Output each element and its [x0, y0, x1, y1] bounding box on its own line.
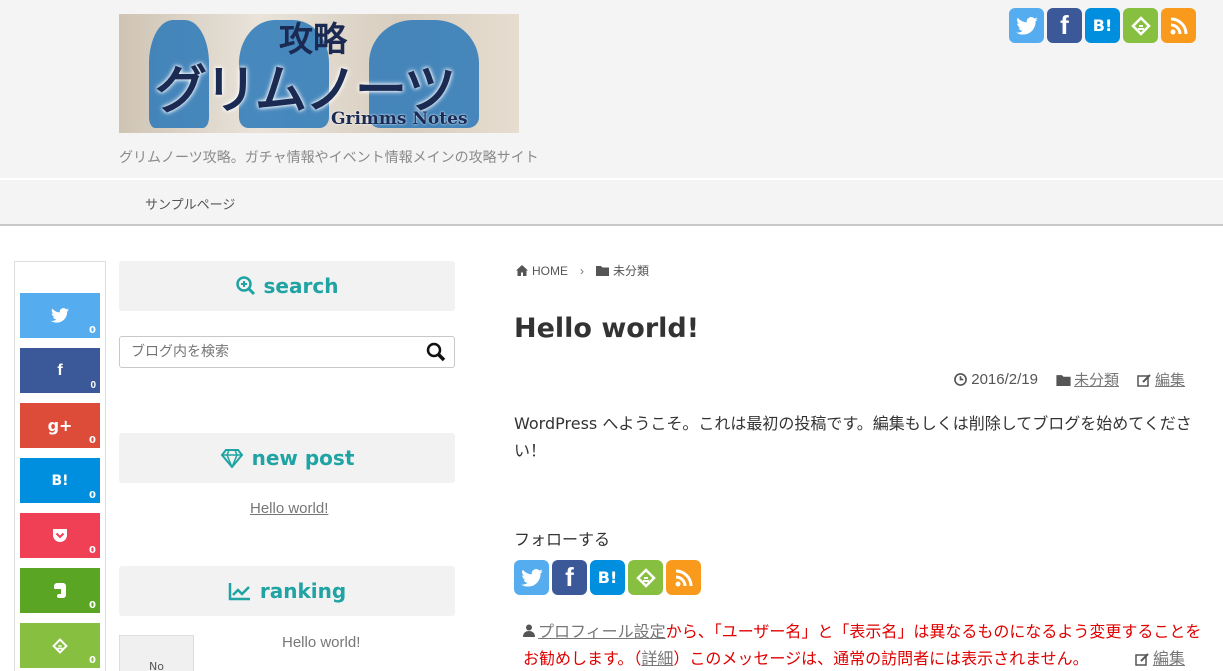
- follow-twitter-icon[interactable]: [514, 560, 549, 595]
- share-count: 0: [89, 545, 96, 556]
- follow-icons: f B!: [514, 560, 701, 595]
- facebook-icon[interactable]: f: [1047, 8, 1082, 43]
- twitter-icon: [51, 308, 69, 323]
- new-post-widget-title: new post: [119, 433, 455, 483]
- breadcrumb-separator: ›: [580, 263, 584, 278]
- notice-edit-link[interactable]: 編集: [1153, 645, 1185, 671]
- search-icon[interactable]: [426, 342, 446, 362]
- share-count: 0: [89, 655, 96, 666]
- site-logo[interactable]: 攻略 グリムノーツ Grimms Notes: [119, 14, 519, 133]
- diamond-icon: [220, 449, 243, 468]
- share-evernote-button[interactable]: 0: [20, 568, 100, 613]
- post-title: Hello world!: [514, 313, 700, 344]
- rss-icon[interactable]: [1161, 8, 1196, 43]
- notice-text-2: ）このメッセージは、通常の訪問者には表示されません。: [673, 649, 1089, 668]
- search-input[interactable]: [120, 337, 410, 367]
- edit-icon: [1137, 373, 1151, 387]
- follow-hatena-icon[interactable]: B!: [590, 560, 625, 595]
- follow-facebook-icon[interactable]: f: [552, 560, 587, 595]
- post-body: WordPress へようこそ。これは最初の投稿です。編集もしくは削除してブログ…: [514, 414, 1192, 460]
- share-feedly-button[interactable]: 0: [20, 623, 100, 668]
- googleplus-icon: g+: [47, 416, 73, 435]
- pocket-icon: [53, 529, 67, 542]
- chart-line-icon: [228, 583, 250, 601]
- feedly-icon: [52, 637, 68, 654]
- post-meta: 2016/2/19 未分類 編集: [954, 369, 1185, 390]
- post-edit-link[interactable]: 編集: [1155, 369, 1185, 390]
- post-date: 2016/2/19: [954, 371, 1038, 388]
- breadcrumb-category[interactable]: 未分類: [613, 262, 649, 279]
- evernote-icon: [54, 583, 66, 598]
- logo-english: Grimms Notes: [331, 109, 468, 129]
- follow-label: フォローする: [514, 530, 611, 549]
- new-post-link[interactable]: Hello world!: [250, 500, 328, 517]
- widget-title-text: search: [263, 274, 339, 298]
- follow-feedly-icon[interactable]: [628, 560, 663, 595]
- ranking-thumbnail[interactable]: No: [119, 635, 194, 671]
- facebook-icon: f: [57, 361, 63, 379]
- hatena-icon[interactable]: B!: [1085, 8, 1120, 43]
- feedly-icon[interactable]: [1123, 8, 1158, 43]
- ranking-link[interactable]: Hello world!: [282, 634, 360, 651]
- notice-edit: 編集: [1135, 645, 1185, 671]
- share-sidebar: 0 f 0 g+ 0 B! 0 0 0 0: [14, 261, 106, 671]
- notice-detail-link[interactable]: 詳細: [641, 649, 673, 668]
- post-date-text: 2016/2/19: [971, 371, 1038, 388]
- share-count: 0: [89, 325, 96, 336]
- post-category: 未分類: [1056, 369, 1119, 390]
- share-count: 0: [89, 435, 96, 446]
- post-edit: 編集: [1137, 369, 1185, 390]
- hatena-icon: B!: [51, 472, 69, 489]
- clock-icon: [954, 373, 968, 386]
- share-count: 0: [90, 380, 96, 391]
- home-icon: [516, 265, 528, 276]
- breadcrumb-home[interactable]: HOME: [532, 264, 568, 278]
- widget-title-text: new post: [251, 446, 355, 470]
- site-tagline: グリムノーツ攻略。ガチャ情報やイベント情報メインの攻略サイト: [119, 149, 539, 165]
- ranking-widget-title: ranking: [119, 566, 455, 616]
- share-count: 0: [89, 490, 96, 501]
- breadcrumb: HOME › 未分類: [516, 262, 649, 279]
- widget-title-text: ranking: [259, 579, 347, 603]
- share-twitter-button[interactable]: 0: [20, 293, 100, 338]
- site-header: 攻略 グリムノーツ Grimms Notes グリムノーツ攻略。ガチャ情報やイベ…: [0, 0, 1223, 178]
- profile-settings-link[interactable]: プロフィール設定: [538, 622, 666, 641]
- edit-icon: [1135, 652, 1149, 666]
- header-social-icons: f B!: [1009, 8, 1196, 43]
- folder-icon: [596, 266, 609, 276]
- share-count: 0: [89, 600, 96, 611]
- share-googleplus-button[interactable]: g+ 0: [20, 403, 100, 448]
- search-widget-title: search: [119, 261, 455, 311]
- zoom-in-icon: [235, 276, 255, 296]
- author-notice: プロフィール設定から、「ユーザー名」と「表示名」は異なるものになるよう変更するこ…: [523, 618, 1203, 671]
- post-category-link[interactable]: 未分類: [1074, 369, 1119, 390]
- twitter-icon[interactable]: [1009, 8, 1044, 43]
- share-facebook-button[interactable]: f 0: [20, 348, 100, 393]
- folder-icon: [1056, 374, 1071, 386]
- search-box: [119, 336, 455, 368]
- share-pocket-button[interactable]: 0: [20, 513, 100, 558]
- nav-item-sample-page[interactable]: サンプルページ: [145, 194, 235, 213]
- global-nav: サンプルページ: [0, 178, 1223, 226]
- follow-rss-icon[interactable]: [666, 560, 701, 595]
- user-icon: [523, 624, 535, 637]
- share-hatena-button[interactable]: B! 0: [20, 458, 100, 503]
